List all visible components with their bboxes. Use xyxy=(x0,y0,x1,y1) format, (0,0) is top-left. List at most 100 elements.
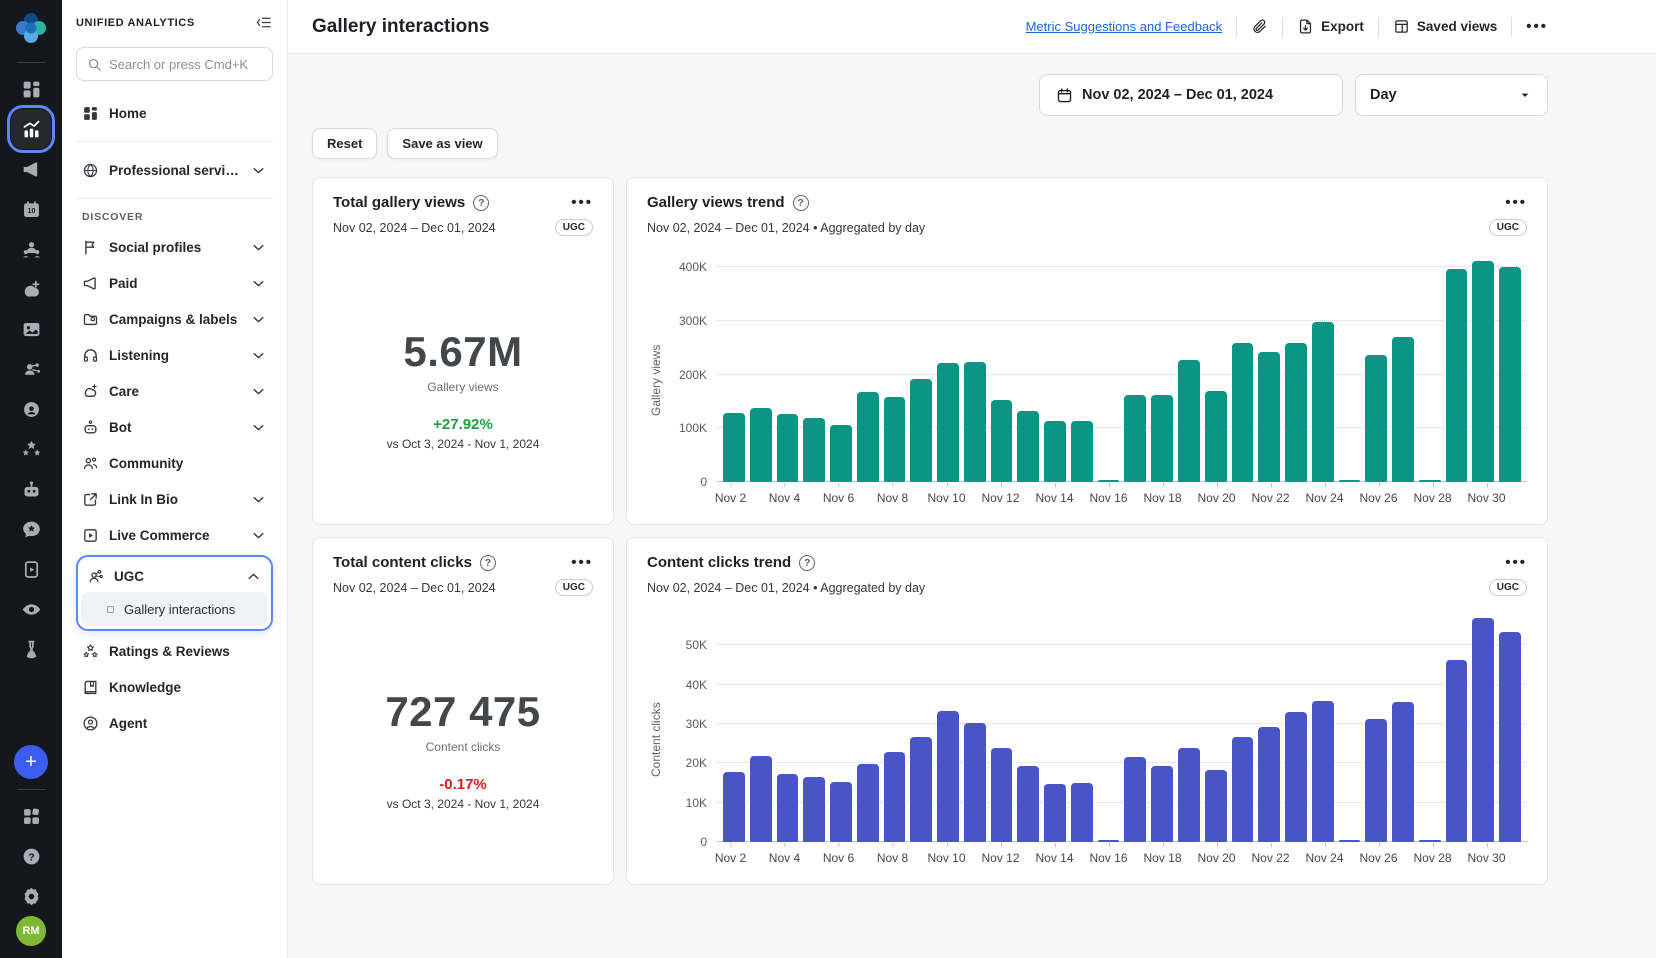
book-icon xyxy=(82,679,99,696)
chevron-up-icon xyxy=(245,568,262,585)
divider xyxy=(76,198,273,199)
main-content: Gallery interactions Metric Suggestions … xyxy=(288,0,1656,958)
copy-link-button[interactable] xyxy=(1251,18,1268,35)
metric-suggestions-link[interactable]: Metric Suggestions and Feedback xyxy=(1026,19,1223,34)
community-people-icon[interactable] xyxy=(11,229,51,269)
ugc-network-icon xyxy=(87,568,104,585)
bar xyxy=(1446,269,1468,483)
sidebar-item-ugc[interactable]: UGC xyxy=(81,560,268,592)
reviews-chat-star-icon[interactable] xyxy=(11,509,51,549)
export-button[interactable]: Export xyxy=(1297,18,1364,35)
media-library-icon[interactable] xyxy=(11,309,51,349)
bar xyxy=(1446,660,1468,842)
page-title: Gallery interactions xyxy=(312,16,489,38)
bar xyxy=(937,363,959,482)
sidebar-item-live-commerce[interactable]: Live Commerce xyxy=(76,517,273,553)
bot-icon[interactable] xyxy=(11,469,51,509)
chevron-down-icon xyxy=(250,311,267,328)
card-overflow-menu[interactable]: ••• xyxy=(1505,194,1527,211)
help-question-icon[interactable]: ? xyxy=(473,195,489,211)
reset-button[interactable]: Reset xyxy=(312,128,377,159)
sidebar-item-bot[interactable]: Bot xyxy=(76,409,273,445)
bullet-square-icon xyxy=(107,606,114,613)
sidebar-item-knowledge[interactable]: Knowledge xyxy=(76,669,273,705)
bar xyxy=(1151,766,1173,842)
card-overflow-menu[interactable]: ••• xyxy=(571,554,593,571)
y-axis-label: Content clicks xyxy=(647,614,665,866)
bar xyxy=(1472,261,1494,482)
publishing-megaphone-icon[interactable] xyxy=(11,149,51,189)
listening-globe-icon[interactable] xyxy=(11,389,51,429)
sidebar-item-home[interactable]: Home xyxy=(76,95,273,131)
help-icon[interactable] xyxy=(11,836,51,876)
caret-down-icon xyxy=(1517,87,1533,103)
care-plus-icon[interactable] xyxy=(11,269,51,309)
monitoring-eye-icon[interactable] xyxy=(11,589,51,629)
sidebar-item-link-in-bio[interactable]: Link In Bio xyxy=(76,481,273,517)
sidebar-item-care[interactable]: Care xyxy=(76,373,273,409)
bar-series xyxy=(717,614,1527,842)
folder-icon xyxy=(82,311,99,328)
date-range-picker[interactable]: Nov 02, 2024 – Dec 01, 2024 xyxy=(1039,74,1343,116)
bar xyxy=(1124,757,1146,842)
sidebar-item-professional-services[interactable]: Professional servic... xyxy=(76,152,273,188)
sidebar-item-agent[interactable]: Agent xyxy=(76,705,273,741)
bar xyxy=(1205,770,1227,842)
chevron-down-icon xyxy=(250,239,267,256)
bar xyxy=(1071,421,1093,482)
help-question-icon[interactable]: ? xyxy=(799,555,815,571)
dashboard-icon[interactable] xyxy=(11,69,51,109)
influencer-network-icon[interactable] xyxy=(11,349,51,389)
paperclip-icon xyxy=(1251,18,1268,35)
search-box[interactable] xyxy=(76,47,273,81)
live-commerce-tablet-icon[interactable] xyxy=(11,549,51,589)
calendar-icon[interactable]: 10 xyxy=(11,189,51,229)
bar xyxy=(750,408,772,482)
home-grid-icon xyxy=(82,105,99,122)
sidebar-item-social-profiles[interactable]: Social profiles xyxy=(76,229,273,265)
icon-rail: 10 + RM xyxy=(0,0,62,958)
calendar-icon xyxy=(1056,87,1073,104)
gallery-views-trend-card: Gallery views trend ? ••• Nov 02, 2024 –… xyxy=(626,177,1548,525)
calendar-number: 10 xyxy=(27,208,35,215)
header-overflow-menu[interactable]: ••• xyxy=(1526,18,1548,35)
user-avatar[interactable]: RM xyxy=(16,916,46,946)
card-subtitle: Nov 02, 2024 – Dec 01, 2024 • Aggregated… xyxy=(647,581,925,595)
bar xyxy=(1151,395,1173,482)
bar xyxy=(830,425,852,482)
card-overflow-menu[interactable]: ••• xyxy=(1505,554,1527,571)
card-title: Gallery views trend xyxy=(647,194,785,211)
ratings-stars-icon[interactable] xyxy=(11,429,51,469)
labs-flask-icon[interactable] xyxy=(11,629,51,669)
sidebar: UNIFIED ANALYTICS Home Professional serv… xyxy=(62,0,288,958)
saved-views-button[interactable]: Saved views xyxy=(1393,18,1497,35)
bar xyxy=(910,737,932,842)
bar xyxy=(964,362,986,482)
sidebar-item-ratings-reviews[interactable]: Ratings & Reviews xyxy=(76,633,273,669)
card-title: Total gallery views xyxy=(333,194,465,211)
external-link-icon xyxy=(82,491,99,508)
sidebar-item-paid[interactable]: Paid xyxy=(76,265,273,301)
help-question-icon[interactable]: ? xyxy=(793,195,809,211)
bar xyxy=(1232,343,1254,482)
sidebar-item-gallery-interactions[interactable]: Gallery interactions xyxy=(81,592,268,626)
sidebar-item-campaigns-labels[interactable]: Campaigns & labels xyxy=(76,301,273,337)
sidebar-item-community[interactable]: Community xyxy=(76,445,273,481)
settings-gear-icon[interactable] xyxy=(11,876,51,916)
create-plus-button[interactable]: + xyxy=(14,745,48,779)
bar xyxy=(857,392,879,482)
apps-grid-icon[interactable] xyxy=(11,796,51,836)
divider xyxy=(1511,17,1512,37)
analytics-icon[interactable] xyxy=(11,109,51,149)
help-question-icon[interactable]: ? xyxy=(480,555,496,571)
collapse-sidebar-icon[interactable] xyxy=(256,14,273,31)
save-as-view-button[interactable]: Save as view xyxy=(387,128,497,159)
agent-person-icon xyxy=(82,715,99,732)
granularity-select[interactable]: Day xyxy=(1355,74,1548,116)
bar xyxy=(1472,618,1494,842)
search-input[interactable] xyxy=(109,57,259,72)
x-axis-ticks: Nov 2Nov 4Nov 6Nov 8Nov 10Nov 12Nov 14No… xyxy=(717,842,1527,866)
card-overflow-menu[interactable]: ••• xyxy=(571,194,593,211)
sidebar-item-listening[interactable]: Listening xyxy=(76,337,273,373)
sprout-logo-icon[interactable] xyxy=(13,10,49,46)
